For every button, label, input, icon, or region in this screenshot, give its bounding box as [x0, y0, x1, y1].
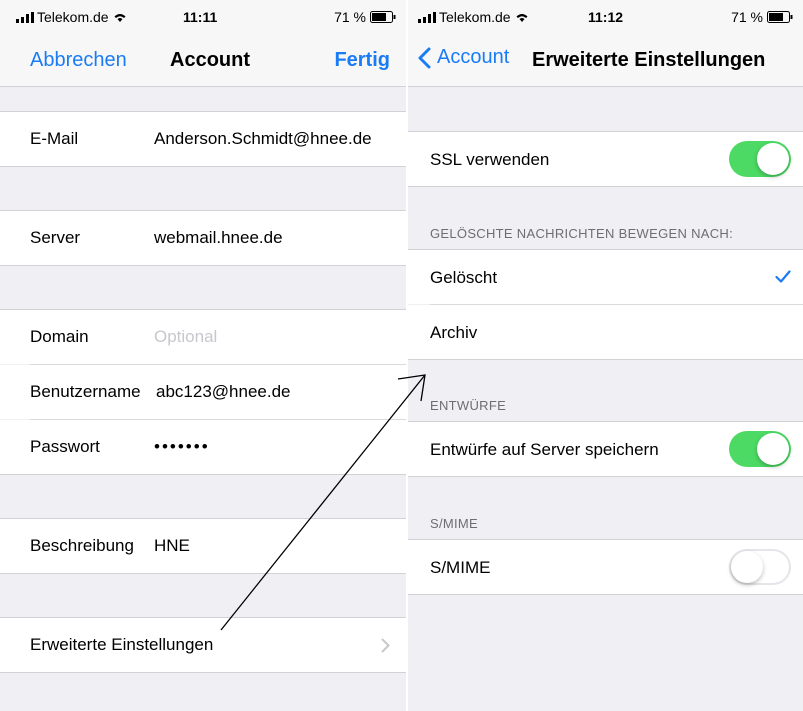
page-title: Account — [170, 49, 250, 71]
drafts-section-header: ENTWÜRFE — [430, 398, 507, 413]
server-label: Server — [30, 228, 81, 247]
battery-info: 71 % — [334, 9, 396, 25]
advanced-settings-label: Erweiterte Einstellungen — [30, 635, 214, 654]
checkmark-icon — [775, 270, 791, 283]
ssl-toggle[interactable] — [729, 141, 791, 177]
option-deleted-label: Gelöscht — [430, 268, 498, 287]
account-screen: Telekom.de 11:11 71 % Abbrechen Account … — [0, 0, 406, 711]
status-bar: Telekom.de 11:12 71 % — [408, 0, 803, 36]
password-field[interactable]: ••••••• — [154, 437, 210, 457]
domain-field[interactable]: Optional — [154, 327, 217, 347]
drafts-row: Entwürfe auf Server speichern — [408, 422, 803, 476]
smime-label: S/MIME — [430, 558, 491, 577]
username-field[interactable]: abc123@hnee.de — [156, 382, 290, 402]
status-time: 11:12 — [588, 9, 624, 25]
advanced-settings-screen: Telekom.de 11:12 71 % Account Erweiterte… — [408, 0, 803, 711]
chevron-right-icon — [381, 638, 390, 653]
carrier-info: Telekom.de — [418, 9, 530, 25]
navigation-bar: Account Erweiterte Einstellungen — [408, 36, 803, 87]
email-row[interactable]: E-Mail Anderson.Schmidt@hnee.de — [0, 112, 406, 166]
done-button[interactable]: Fertig — [334, 49, 390, 72]
carrier-name: Telekom.de — [37, 9, 109, 25]
status-bar: Telekom.de 11:11 71 % — [0, 0, 406, 36]
server-row[interactable]: Server webmail.hnee.de — [0, 211, 406, 265]
domain-row[interactable]: Domain Optional — [0, 310, 406, 364]
wifi-icon — [516, 14, 528, 22]
battery-percent: 71 % — [334, 9, 366, 25]
back-button[interactable]: Account — [418, 46, 509, 69]
email-label: E-Mail — [30, 129, 79, 148]
carrier-name: Telekom.de — [439, 9, 511, 25]
ssl-label: SSL verwenden — [430, 150, 550, 169]
option-deleted[interactable]: Gelöscht — [408, 250, 803, 304]
password-label: Passwort — [30, 437, 100, 456]
description-row[interactable]: Beschreibung HNE — [0, 519, 406, 573]
status-time: 11:11 — [183, 9, 218, 25]
option-archive-label: Archiv — [430, 323, 478, 342]
server-field[interactable]: webmail.hnee.de — [154, 228, 283, 248]
description-label: Beschreibung — [30, 536, 134, 555]
drafts-label: Entwürfe auf Server speichern — [430, 440, 659, 459]
battery-icon — [370, 11, 396, 23]
domain-label: Domain — [30, 327, 89, 346]
username-label: Benutzername — [30, 382, 141, 401]
deleted-section-header: GELÖSCHTE NACHRICHTEN BEWEGEN NACH: — [430, 226, 734, 241]
password-row[interactable]: Passwort ••••••• — [0, 420, 406, 474]
smime-section-header: S/MIME — [430, 516, 479, 531]
advanced-settings-row[interactable]: Erweiterte Einstellungen — [0, 618, 406, 672]
battery-icon — [767, 11, 793, 23]
signal-icon — [418, 11, 436, 23]
navigation-bar: Abbrechen Account Fertig — [0, 36, 406, 87]
drafts-toggle[interactable] — [729, 431, 791, 467]
signal-icon — [16, 11, 34, 23]
smime-row: S/MIME — [408, 540, 803, 594]
page-title: Erweiterte Einstellungen — [532, 49, 766, 71]
wifi-icon — [114, 14, 126, 22]
email-field[interactable]: Anderson.Schmidt@hnee.de — [154, 129, 372, 149]
chevron-left-icon — [418, 47, 431, 68]
option-archive[interactable]: Archiv — [408, 305, 803, 359]
ssl-row: SSL verwenden — [408, 132, 803, 186]
battery-info: 71 % — [731, 9, 793, 25]
back-label: Account — [437, 46, 510, 68]
description-field[interactable]: HNE — [154, 536, 190, 556]
smime-toggle[interactable] — [729, 549, 791, 585]
carrier-info: Telekom.de — [16, 9, 128, 25]
cancel-button[interactable]: Abbrechen — [30, 49, 127, 72]
battery-percent: 71 % — [731, 9, 763, 25]
username-row[interactable]: Benutzername abc123@hnee.de — [0, 365, 406, 419]
